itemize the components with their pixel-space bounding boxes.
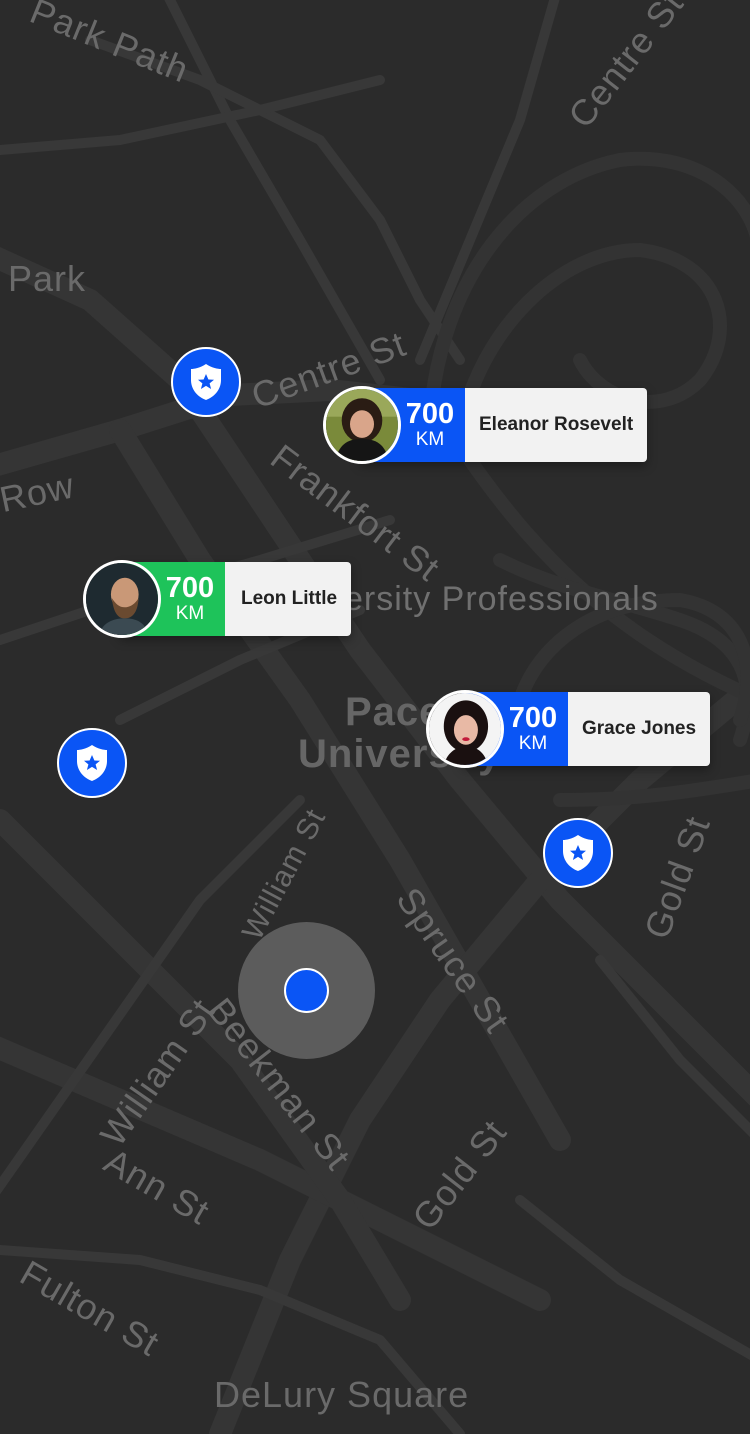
police-marker[interactable]: [57, 728, 127, 798]
contact-marker-leon[interactable]: 700 KM Leon Little: [83, 560, 352, 638]
avatar: [323, 386, 401, 464]
distance-value: 700: [405, 398, 455, 430]
police-marker[interactable]: [543, 818, 613, 888]
contact-marker-grace[interactable]: 700 KM Grace Jones: [426, 690, 711, 768]
street-label: Park: [8, 258, 87, 299]
contact-marker-eleanor[interactable]: 700 KM Eleanor Rosevelt: [323, 386, 648, 464]
distance-unit: KM: [518, 733, 548, 754]
police-marker[interactable]: [171, 347, 241, 417]
distance-unit: KM: [175, 603, 205, 624]
contact-name: Leon Little: [225, 562, 352, 636]
map-view[interactable]: Park Path Centre St Park Centre St Row F…: [0, 0, 750, 1434]
contact-name: Grace Jones: [568, 692, 711, 766]
police-badge-icon: [563, 835, 593, 871]
distance-value: 700: [165, 572, 215, 604]
street-label: DeLury Square: [214, 1374, 470, 1415]
contact-name: Eleanor Rosevelt: [465, 388, 648, 462]
current-location-dot[interactable]: [284, 968, 329, 1013]
distance-unit: KM: [415, 429, 445, 450]
avatar: [426, 690, 504, 768]
police-badge-icon: [191, 364, 221, 400]
avatar: [83, 560, 161, 638]
distance-value: 700: [508, 702, 558, 734]
police-badge-icon: [77, 745, 107, 781]
